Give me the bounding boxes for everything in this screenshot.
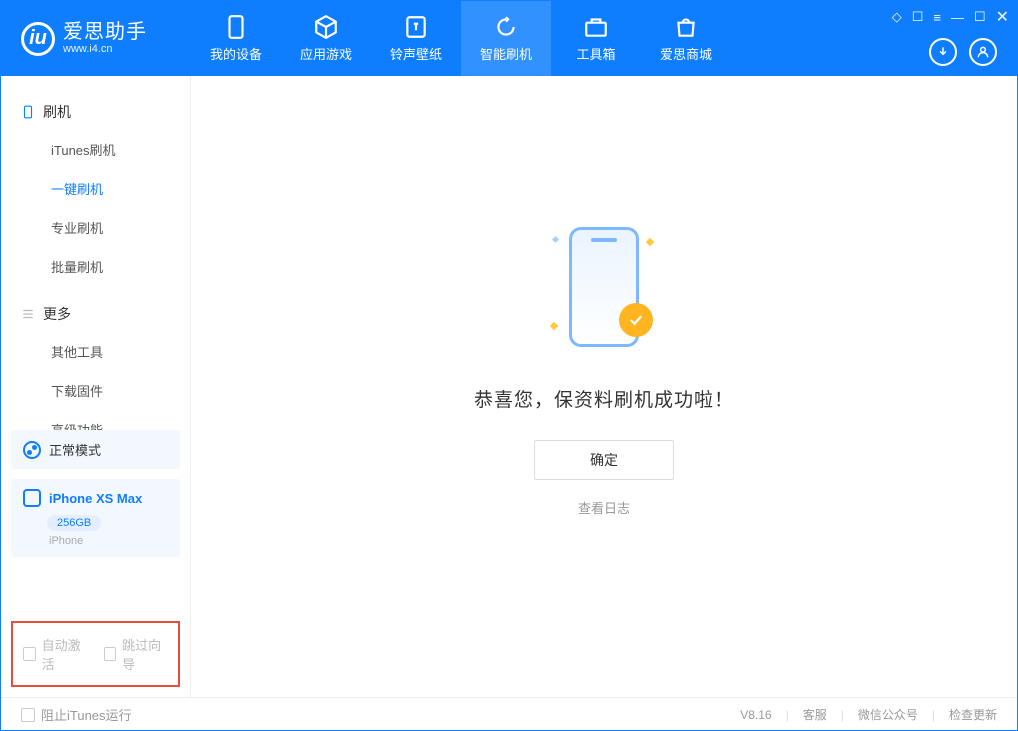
logo[interactable]: iu 爱思助手 www.i4.cn <box>1 21 191 55</box>
phone-icon <box>223 14 249 40</box>
app-title: 爱思助手 <box>63 21 147 43</box>
checkbox-block-itunes[interactable]: 阻止iTunes运行 <box>21 705 132 724</box>
main-tabs: 我的设备 应用游戏 铃声壁纸 智能刷机 工具箱 爱思商城 <box>191 1 731 76</box>
mode-label: 正常模式 <box>49 440 101 459</box>
feedback-icon[interactable]: ☐ <box>912 9 924 25</box>
options-highlight-box: 自动激活 跳过向导 <box>11 621 180 687</box>
minimize-icon[interactable]: — <box>951 10 964 25</box>
app-subtitle: www.i4.cn <box>63 43 147 55</box>
sidebar-item-batch[interactable]: 批量刷机 <box>1 247 190 286</box>
device-panel: 正常模式 iPhone XS Max 256GB iPhone <box>11 430 180 557</box>
device-card[interactable]: iPhone XS Max 256GB iPhone <box>11 479 180 557</box>
support-link[interactable]: 客服 <box>803 706 827 723</box>
tab-ringtone[interactable]: 铃声壁纸 <box>371 1 461 76</box>
tab-apps[interactable]: 应用游戏 <box>281 1 371 76</box>
theme-icon[interactable]: ◇ <box>892 9 902 25</box>
menu-icon[interactable]: ≡ <box>933 10 941 25</box>
toolbox-icon <box>583 14 609 40</box>
tab-flash[interactable]: 智能刷机 <box>461 1 551 76</box>
download-button[interactable] <box>929 38 957 66</box>
view-log-link[interactable]: 查看日志 <box>578 498 630 517</box>
maximize-icon[interactable]: ☐ <box>974 9 986 25</box>
update-link[interactable]: 检查更新 <box>949 706 997 723</box>
mode-icon <box>23 441 41 459</box>
device-storage-badge: 256GB <box>47 515 101 531</box>
sidebar: 刷机 iTunes刷机 一键刷机 专业刷机 批量刷机 更多 其他工具 下载固件 … <box>1 76 191 697</box>
user-icon <box>976 45 990 59</box>
success-illustration <box>549 217 659 367</box>
checkbox-icon <box>23 647 36 661</box>
sidebar-section-more: 更多 <box>1 296 190 332</box>
success-message: 恭喜您，保资料刷机成功啦！ <box>474 385 734 412</box>
footer-right: V8.16 | 客服 | 微信公众号 | 检查更新 <box>740 706 997 723</box>
close-icon[interactable]: ✕ <box>996 7 1009 27</box>
bag-icon <box>673 14 699 40</box>
tab-device[interactable]: 我的设备 <box>191 1 281 76</box>
user-button[interactable] <box>969 38 997 66</box>
logo-icon: iu <box>21 22 55 56</box>
checkbox-skip-guide[interactable]: 跳过向导 <box>104 635 169 673</box>
tab-toolbox[interactable]: 工具箱 <box>551 1 641 76</box>
sparkle-icon <box>646 237 654 245</box>
sidebar-item-itunes[interactable]: iTunes刷机 <box>1 130 190 169</box>
list-icon <box>21 307 35 321</box>
footer: 阻止iTunes运行 V8.16 | 客服 | 微信公众号 | 检查更新 <box>1 697 1017 731</box>
sidebar-section-flash: 刷机 <box>1 94 190 130</box>
sparkle-icon <box>552 235 559 242</box>
checkbox-icon <box>21 708 35 722</box>
version-label: V8.16 <box>740 708 771 722</box>
checkbox-icon <box>104 647 117 661</box>
sidebar-item-pro[interactable]: 专业刷机 <box>1 208 190 247</box>
sidebar-item-oneclick[interactable]: 一键刷机 <box>1 169 190 208</box>
wechat-link[interactable]: 微信公众号 <box>858 706 918 723</box>
phone-small-icon <box>21 105 35 119</box>
header: iu 爱思助手 www.i4.cn 我的设备 应用游戏 铃声壁纸 智能刷机 工具… <box>1 1 1017 76</box>
device-icon <box>23 489 41 507</box>
sidebar-item-other[interactable]: 其他工具 <box>1 332 190 371</box>
sparkle-icon <box>550 321 558 329</box>
tab-store[interactable]: 爱思商城 <box>641 1 731 76</box>
header-actions <box>929 38 997 66</box>
mode-card[interactable]: 正常模式 <box>11 430 180 469</box>
device-name: iPhone XS Max <box>49 491 142 506</box>
sidebar-item-firmware[interactable]: 下载固件 <box>1 371 190 410</box>
window-controls: ◇ ☐ ≡ — ☐ ✕ <box>892 7 1009 27</box>
main-content: 恭喜您，保资料刷机成功啦！ 确定 查看日志 <box>191 76 1017 697</box>
download-icon <box>936 45 950 59</box>
check-badge-icon <box>619 303 653 337</box>
cube-icon <box>313 14 339 40</box>
ok-button[interactable]: 确定 <box>534 440 674 480</box>
footer-left: 阻止iTunes运行 <box>21 705 132 724</box>
music-icon <box>403 14 429 40</box>
checkbox-auto-activate[interactable]: 自动激活 <box>23 635 88 673</box>
body: 刷机 iTunes刷机 一键刷机 专业刷机 批量刷机 更多 其他工具 下载固件 … <box>1 76 1017 697</box>
refresh-icon <box>493 14 519 40</box>
device-type: iPhone <box>49 535 168 547</box>
